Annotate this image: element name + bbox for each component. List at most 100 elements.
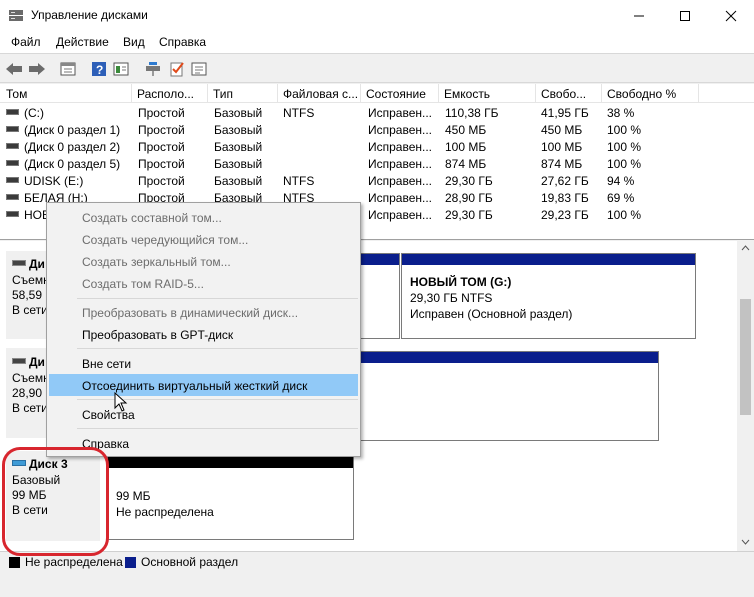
menu-item-create-mirrored[interactable]: Создать зеркальный том... bbox=[49, 250, 358, 272]
cell-free: 29,23 ГБ bbox=[541, 208, 589, 222]
legend: Не распределена Основной раздел bbox=[0, 551, 754, 571]
menu-item-detach-vhd[interactable]: Отсоединить виртуальный жесткий диск bbox=[49, 374, 358, 396]
scroll-up-icon[interactable] bbox=[741, 245, 750, 251]
cell-free: 874 МБ bbox=[541, 157, 583, 171]
cell-free-percent: 38 % bbox=[607, 106, 635, 120]
window-title: Управление дисками bbox=[31, 8, 148, 22]
cell-capacity: 29,30 ГБ bbox=[445, 208, 493, 222]
cell-status: Исправен... bbox=[368, 174, 433, 188]
menu-item-convert-gpt[interactable]: Преобразовать в GPT-диск bbox=[49, 323, 358, 345]
cell-volume: UDISK (E:) bbox=[6, 174, 83, 188]
cell-filesystem: NTFS bbox=[283, 106, 315, 120]
cell-volume: (Диск 0 раздел 5) bbox=[6, 157, 120, 171]
cell-status: Исправен... bbox=[368, 140, 433, 154]
settings-button[interactable] bbox=[189, 59, 209, 79]
partition-status: Исправен (Основной раздел) bbox=[410, 307, 573, 321]
check-button[interactable] bbox=[167, 59, 187, 79]
column-header-type[interactable]: Тип bbox=[209, 84, 278, 103]
svg-text:?: ? bbox=[96, 63, 103, 77]
disk-3-unallocated-partition[interactable]: 99 МБ Не распределена bbox=[107, 456, 354, 540]
primary-partition-bar bbox=[360, 254, 399, 265]
forward-button[interactable] bbox=[27, 59, 47, 79]
properties-button[interactable] bbox=[58, 59, 78, 79]
menu-item-convert-dynamic[interactable]: Преобразовать в динамический диск... bbox=[49, 301, 358, 323]
primary-partition-bar bbox=[402, 254, 695, 265]
cell-capacity: 100 МБ bbox=[445, 140, 487, 154]
disk-1-type: Съемн bbox=[12, 273, 50, 287]
settings-icon bbox=[191, 62, 207, 76]
volume-icon bbox=[6, 160, 19, 166]
table-row[interactable]: (Диск 0 раздел 5) Простой Базовый Исправен.… bbox=[0, 155, 754, 172]
cell-layout: Простой bbox=[138, 123, 185, 137]
legend-unallocated-swatch bbox=[9, 557, 20, 568]
table-row[interactable]: (Диск 0 раздел 2) Простой Базовый Исправен.… bbox=[0, 138, 754, 155]
legend-primary-label: Основной раздел bbox=[141, 555, 239, 569]
column-header-status[interactable]: Состояние bbox=[362, 84, 439, 103]
menu-item-properties[interactable]: Свойства bbox=[49, 403, 358, 425]
cell-free: 100 МБ bbox=[541, 140, 583, 154]
menu-item-create-striped[interactable]: Создать чередующийся том... bbox=[49, 228, 358, 250]
cell-layout: Простой bbox=[138, 174, 185, 188]
column-header-capacity[interactable]: Емкость bbox=[440, 84, 536, 103]
cell-capacity: 874 МБ bbox=[445, 157, 487, 171]
disk-1-partition-2[interactable]: НОВЫЙ ТОМ (G:) 29,30 ГБ NTFS Исправен (О… bbox=[401, 253, 696, 339]
close-button[interactable] bbox=[708, 0, 754, 31]
menu-item-create-raid5[interactable]: Создать том RAID-5... bbox=[49, 272, 358, 294]
table-row[interactable]: (Диск 0 раздел 1) Простой Базовый Исправен.… bbox=[0, 121, 754, 138]
properties-icon bbox=[60, 62, 76, 76]
disk-2-partition[interactable] bbox=[360, 351, 659, 441]
disk-2-name-row: Ди bbox=[12, 355, 45, 369]
help-button[interactable]: ? bbox=[89, 59, 109, 79]
column-header-layout[interactable]: Располо... bbox=[133, 84, 208, 103]
vertical-scrollbar[interactable] bbox=[737, 241, 754, 551]
cell-status: Исправен... bbox=[368, 123, 433, 137]
volume-name: UDISK (E:) bbox=[24, 174, 84, 188]
cell-free-percent: 100 % bbox=[607, 123, 642, 137]
view-button[interactable] bbox=[111, 59, 131, 79]
menu-item-offline[interactable]: Вне сети bbox=[49, 352, 358, 374]
view-icon bbox=[113, 62, 129, 76]
column-header-volume[interactable]: Том bbox=[2, 84, 132, 103]
column-header-filesystem[interactable]: Файловая с... bbox=[279, 84, 361, 103]
connect-icon bbox=[146, 62, 160, 76]
unallocated-bar bbox=[108, 457, 353, 468]
title-bar: Управление дисками bbox=[0, 0, 754, 31]
menu-bar: Файл Действие Вид Справка bbox=[0, 31, 754, 53]
scrollbar-thumb[interactable] bbox=[740, 299, 751, 415]
menu-item-create-spanned[interactable]: Создать составной том... bbox=[49, 206, 358, 228]
disk-1-status: В сети bbox=[12, 303, 48, 317]
menu-view[interactable]: Вид bbox=[123, 35, 145, 49]
menu-action[interactable]: Действие bbox=[56, 35, 109, 49]
highlight-callout bbox=[2, 447, 109, 556]
volume-icon bbox=[6, 177, 19, 183]
cell-free-percent: 69 % bbox=[607, 191, 635, 205]
forward-icon bbox=[29, 63, 45, 75]
cell-volume: (Диск 0 раздел 1) bbox=[6, 123, 120, 137]
menu-help[interactable]: Справка bbox=[159, 35, 206, 49]
cell-capacity: 110,38 ГБ bbox=[445, 106, 499, 120]
cell-free: 27,62 ГБ bbox=[541, 174, 589, 188]
volume-name: (Диск 0 раздел 5) bbox=[24, 157, 121, 171]
legend-primary-swatch bbox=[125, 557, 136, 568]
minimize-button[interactable] bbox=[616, 0, 662, 31]
connect-button[interactable] bbox=[143, 59, 163, 79]
table-row[interactable]: UDISK (E:) Простой Базовый NTFS Исправен... 2… bbox=[0, 172, 754, 189]
maximize-button[interactable] bbox=[662, 0, 708, 31]
cell-type: Базовый bbox=[214, 140, 263, 154]
table-row[interactable]: (C:) Простой Базовый NTFS Исправен... 110,38 … bbox=[0, 104, 754, 121]
column-header-free[interactable]: Свобо... bbox=[537, 84, 602, 103]
volume-icon bbox=[6, 211, 19, 217]
disk-2-status: В сети bbox=[12, 401, 48, 415]
cell-capacity: 28,90 ГБ bbox=[445, 191, 493, 205]
cell-volume: (C:) bbox=[6, 106, 44, 120]
cell-status: Исправен... bbox=[368, 106, 433, 120]
column-header-free-percent[interactable]: Свободно % bbox=[603, 84, 699, 103]
disk-1-partition-1[interactable] bbox=[360, 253, 400, 339]
volume-icon bbox=[6, 194, 19, 200]
back-button[interactable] bbox=[4, 59, 24, 79]
scroll-down-icon[interactable] bbox=[741, 539, 750, 545]
cell-volume: НОВ bbox=[6, 208, 50, 222]
check-icon bbox=[170, 62, 184, 77]
menu-file[interactable]: Файл bbox=[11, 35, 41, 49]
cell-status: Исправен... bbox=[368, 157, 433, 171]
